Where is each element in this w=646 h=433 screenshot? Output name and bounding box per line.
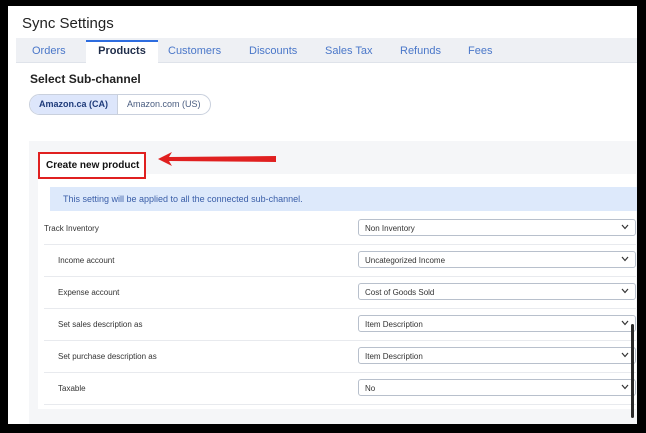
setting-label: Set sales description as	[58, 320, 143, 329]
tab-orders[interactable]: Orders	[32, 40, 66, 63]
select-value: Cost of Goods Sold	[365, 288, 435, 297]
tab-refunds[interactable]: Refunds	[400, 40, 441, 63]
subchannel-amazon-ca[interactable]: Amazon.ca (CA)	[30, 95, 119, 114]
select-value: Non Inventory	[365, 224, 415, 233]
info-banner-text: This setting will be applied to all the …	[63, 194, 303, 204]
select-value: No	[365, 384, 376, 393]
page-title: Sync Settings	[22, 15, 114, 32]
expense-account-select[interactable]: Cost of Goods Sold	[358, 283, 636, 300]
tab-discounts[interactable]: Discounts	[249, 40, 297, 63]
setting-row-income-account: Income account Uncategorized Income	[44, 245, 636, 277]
subchannel-selector: Amazon.ca (CA) Amazon.com (US)	[29, 94, 211, 115]
scrollbar[interactable]	[631, 324, 634, 418]
setting-row-track-inventory: Track Inventory Non Inventory	[44, 213, 636, 245]
info-banner: This setting will be applied to all the …	[50, 187, 637, 211]
tab-fees[interactable]: Fees	[468, 40, 492, 63]
tab-sales-tax[interactable]: Sales Tax	[325, 40, 373, 63]
chevron-down-icon	[621, 224, 629, 230]
setting-label: Set purchase description as	[58, 352, 157, 361]
chevron-down-icon	[621, 320, 629, 326]
select-value: Item Description	[365, 352, 423, 361]
income-account-select[interactable]: Uncategorized Income	[358, 251, 636, 268]
track-inventory-select[interactable]: Non Inventory	[358, 219, 636, 236]
sync-settings-window: Sync Settings Orders Products Customers …	[8, 6, 637, 424]
setting-label: Taxable	[58, 384, 86, 393]
setting-label: Track Inventory	[44, 224, 99, 233]
chevron-down-icon	[621, 384, 629, 390]
setting-row-purchase-description: Set purchase description as Item Descrip…	[44, 341, 636, 373]
tab-customers[interactable]: Customers	[168, 40, 221, 63]
create-new-product-title: Create new product	[46, 160, 140, 171]
select-value: Uncategorized Income	[365, 256, 446, 265]
setting-row-taxable: Taxable No	[44, 373, 636, 405]
chevron-down-icon	[621, 352, 629, 358]
subchannel-title: Select Sub-channel	[30, 72, 141, 86]
setting-row-sales-description: Set sales description as Item Descriptio…	[44, 309, 636, 341]
sales-description-select[interactable]: Item Description	[358, 315, 636, 332]
select-value: Item Description	[365, 320, 423, 329]
tab-bar: Orders Products Customers Discounts Sale…	[16, 38, 637, 63]
chevron-down-icon	[621, 256, 629, 262]
arrow-left-icon	[158, 152, 276, 166]
taxable-select[interactable]: No	[358, 379, 636, 396]
subchannel-amazon-us[interactable]: Amazon.com (US)	[118, 95, 210, 114]
chevron-down-icon	[621, 288, 629, 294]
create-new-product-highlight: Create new product	[38, 152, 146, 179]
setting-label: Expense account	[58, 288, 120, 297]
setting-label: Income account	[58, 256, 115, 265]
setting-row-expense-account: Expense account Cost of Goods Sold	[44, 277, 636, 309]
tab-products[interactable]: Products	[86, 40, 158, 63]
purchase-description-select[interactable]: Item Description	[358, 347, 636, 364]
